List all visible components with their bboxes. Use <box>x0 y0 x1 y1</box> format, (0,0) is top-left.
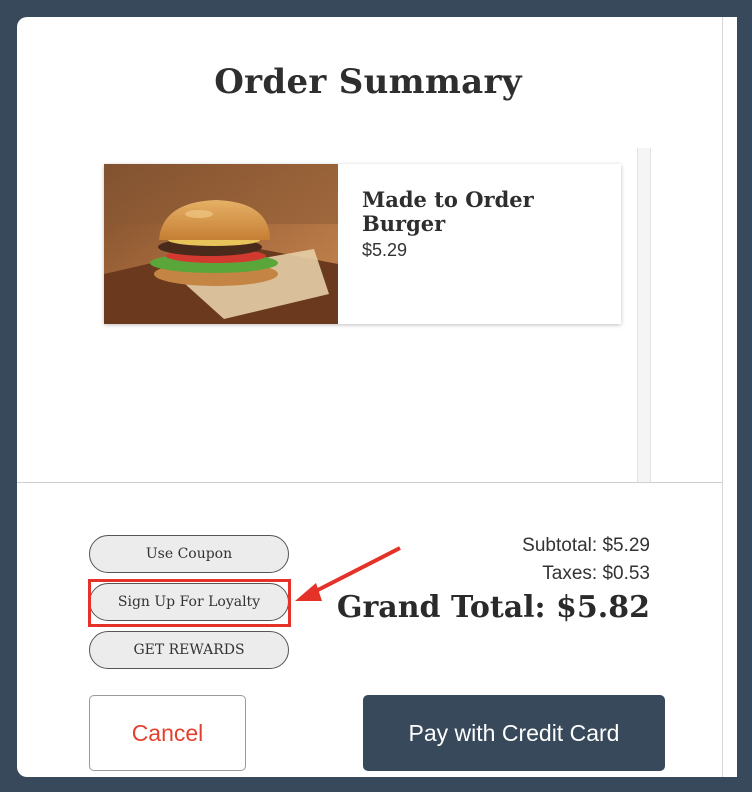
annotation-arrow-icon <box>295 546 401 601</box>
grand-total: Grand Total: $5.82 <box>336 590 650 625</box>
taxes: Taxes: $0.53 <box>542 563 650 584</box>
cancel-button[interactable]: Cancel <box>89 695 246 771</box>
pay-with-credit-card-button[interactable]: Pay with Credit Card <box>363 695 665 771</box>
subtotal: Subtotal: $5.29 <box>522 535 650 556</box>
